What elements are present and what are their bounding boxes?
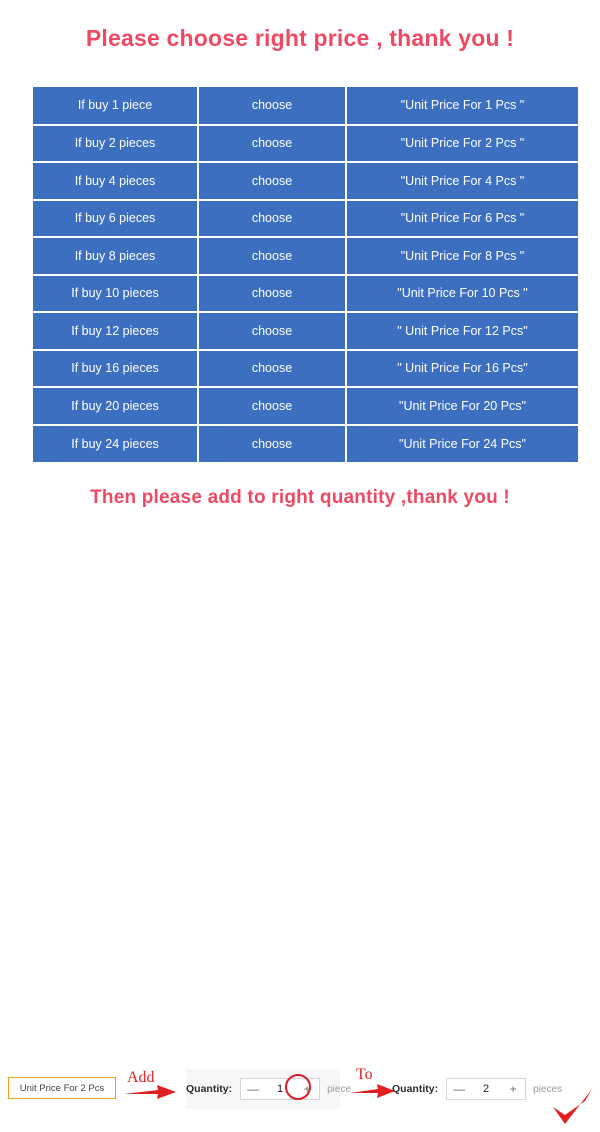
- quantity-decrement-button-after[interactable]: —: [447, 1079, 471, 1099]
- quantity-demo-strip: Unit Price For 2 Pcs Add Quantity: — 1 +…: [0, 533, 600, 1124]
- cell-choose-action[interactable]: choose: [198, 199, 347, 238]
- cell-choose-action[interactable]: choose: [198, 274, 347, 313]
- cell-quantity-condition: If buy 2 pieces: [33, 124, 199, 163]
- quantity-stepper-after[interactable]: — 2 +: [446, 1078, 527, 1100]
- cell-unit-price-option: " Unit Price For 12 Pcs": [346, 312, 578, 351]
- cell-quantity-condition: If buy 6 pieces: [33, 199, 199, 238]
- cell-choose-action[interactable]: choose: [198, 124, 347, 163]
- selected-price-badge: Unit Price For 2 Pcs: [8, 1077, 116, 1099]
- table-row: If buy 1 piece choose "Unit Price For 1 Pc…: [33, 87, 578, 126]
- cell-choose-action[interactable]: choose: [198, 387, 347, 426]
- price-tier-table: If buy 1 piece choose "Unit Price For 1 Pc…: [33, 87, 578, 462]
- cell-quantity-condition: If buy 24 pieces: [33, 424, 199, 462]
- cell-unit-price-option: "Unit Price For 20 Pcs": [346, 387, 578, 426]
- cell-unit-price-option: "Unit Price For 6 Pcs ": [346, 199, 578, 238]
- cell-choose-action[interactable]: choose: [198, 349, 347, 388]
- quantity-unit-before: piece: [327, 1083, 351, 1095]
- table-row: If buy 20 pieces choose "Unit Price For 20…: [33, 387, 578, 426]
- cell-quantity-condition: If buy 12 pieces: [33, 312, 199, 351]
- quantity-increment-button-after[interactable]: +: [501, 1079, 525, 1099]
- cell-choose-action[interactable]: choose: [198, 312, 347, 351]
- table-row: If buy 6 pieces choose "Unit Price For 6 P…: [33, 199, 578, 238]
- cell-quantity-condition: If buy 4 pieces: [33, 162, 199, 201]
- cell-unit-price-option: "Unit Price For 8 Pcs ": [346, 237, 578, 276]
- cell-choose-action[interactable]: choose: [198, 237, 347, 276]
- table-row: If buy 4 pieces choose "Unit Price For 4 P…: [33, 162, 578, 201]
- quantity-label-after: Quantity:: [392, 1083, 439, 1095]
- cell-quantity-condition: If buy 10 pieces: [33, 274, 199, 313]
- cell-unit-price-option: "Unit Price For 10 Pcs ": [346, 274, 578, 313]
- quantity-stepper-before[interactable]: — 1 +: [240, 1078, 321, 1100]
- table-row: If buy 2 pieces choose "Unit Price For 2 P…: [33, 124, 578, 163]
- cell-unit-price-option: " Unit Price For 16 Pcs": [346, 349, 578, 388]
- cell-choose-action[interactable]: choose: [198, 87, 347, 126]
- cell-choose-action[interactable]: choose: [198, 162, 347, 201]
- table-row: If buy 24 pieces choose "Unit Price For 24…: [33, 424, 578, 462]
- cell-unit-price-option: "Unit Price For 4 Pcs ": [346, 162, 578, 201]
- table-row: If buy 16 pieces choose " Unit Price For 1…: [33, 349, 578, 388]
- page-subtitle-add-quantity: Then please add to right quantity ,thank…: [90, 487, 510, 508]
- cell-quantity-condition: If buy 16 pieces: [33, 349, 199, 388]
- page-title-choose-price: Please choose right price , thank you !: [85, 25, 515, 51]
- quantity-group-before: Quantity: — 1 + piece: [186, 1069, 351, 1109]
- check-mark-icon: [549, 1087, 595, 1127]
- table-row: If buy 10 pieces choose "Unit Price For 10…: [33, 274, 578, 313]
- cell-unit-price-option: "Unit Price For 24 Pcs": [346, 424, 578, 462]
- table-row: If buy 8 pieces choose "Unit Price For 8 P…: [33, 237, 578, 276]
- quantity-increment-button-before[interactable]: +: [295, 1079, 319, 1099]
- cell-choose-action[interactable]: choose: [198, 424, 347, 462]
- right-arrow-icon: [124, 1083, 182, 1101]
- cell-quantity-condition: If buy 1 piece: [33, 87, 199, 126]
- quantity-decrement-button-before[interactable]: —: [241, 1079, 265, 1099]
- cell-unit-price-option: "Unit Price For 2 Pcs ": [346, 124, 578, 163]
- cell-quantity-condition: If buy 8 pieces: [33, 237, 199, 276]
- cell-quantity-condition: If buy 20 pieces: [33, 387, 199, 426]
- quantity-input-after[interactable]: 2: [471, 1083, 501, 1095]
- quantity-label-before: Quantity:: [186, 1083, 233, 1095]
- table-row: If buy 12 pieces choose " Unit Price For 1…: [33, 312, 578, 351]
- quantity-input-before[interactable]: 1: [265, 1083, 295, 1095]
- cell-unit-price-option: "Unit Price For 1 Pcs ": [346, 87, 578, 126]
